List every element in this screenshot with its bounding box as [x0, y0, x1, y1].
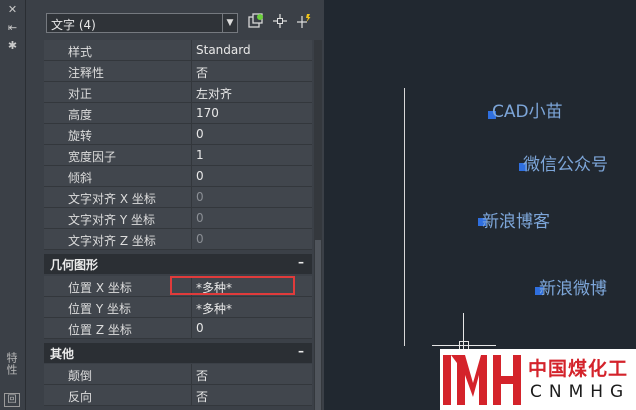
property-value[interactable]: 0: [196, 127, 204, 141]
property-row: 文字对齐 Z 坐标 0: [44, 229, 312, 250]
property-label: 倾斜: [68, 171, 93, 185]
property-label: 高度: [68, 108, 93, 122]
property-value[interactable]: 170: [196, 106, 219, 120]
property-label: 反向: [68, 390, 93, 404]
property-label: 位置 Y 坐标: [68, 302, 131, 316]
property-label: 文字对齐 X 坐标: [68, 192, 156, 206]
drawing-line[interactable]: [404, 88, 405, 346]
settings-icon[interactable]: ✱: [6, 39, 19, 52]
property-label: 样式: [68, 45, 93, 59]
chevron-down-icon[interactable]: ▼: [222, 14, 237, 32]
property-value: 0: [196, 211, 204, 225]
watermark-logo: 中国煤化工 CNMHG: [440, 349, 636, 410]
property-label: 宽度因子: [68, 150, 117, 164]
property-row[interactable]: 对正 左对齐: [44, 82, 312, 103]
quick-select-icon[interactable]: [295, 13, 313, 31]
panel-scrollbar[interactable]: [314, 40, 322, 410]
property-row[interactable]: 反向 否: [44, 385, 312, 406]
property-label: 颠倒: [68, 369, 93, 383]
canvas-text[interactable]: 微信公众号: [523, 150, 608, 175]
palette-title: 特性: [5, 352, 18, 376]
property-value[interactable]: *多种*: [196, 300, 232, 317]
property-label: 注释性: [68, 66, 105, 80]
mh-logo-icon: [443, 355, 521, 405]
property-value: 0: [196, 232, 204, 246]
property-value[interactable]: 否: [196, 64, 208, 81]
object-type-value: 文字 (4): [51, 18, 96, 32]
property-value[interactable]: 否: [196, 367, 208, 384]
property-value: 0: [196, 190, 204, 204]
object-type-selector[interactable]: 文字 (4) ▼: [46, 13, 238, 33]
property-value[interactable]: 否: [196, 388, 208, 405]
property-row: 文字对齐 X 坐标 0: [44, 187, 312, 208]
property-row[interactable]: 宽度因子 1: [44, 145, 312, 166]
property-label: 文字对齐 Z 坐标: [68, 234, 156, 248]
section-header-misc[interactable]: 其他 –: [44, 343, 312, 363]
watermark-en: CNMHG: [530, 382, 631, 402]
highlight-box: [170, 276, 295, 295]
canvas-text[interactable]: 新浪微博: [539, 274, 607, 299]
canvas-text[interactable]: CAD小苗: [492, 97, 563, 122]
select-objects-icon[interactable]: [271, 13, 289, 31]
property-label: 位置 Z 坐标: [68, 323, 132, 337]
property-label: 旋转: [68, 129, 93, 143]
watermark-cn: 中国煤化工: [528, 358, 629, 380]
collapse-icon[interactable]: –: [298, 255, 304, 269]
properties-toolbar: 文字 (4) ▼: [26, 0, 324, 40]
toggle-pickadd-icon[interactable]: [247, 13, 265, 31]
property-row[interactable]: 样式 Standard: [44, 40, 312, 61]
property-value[interactable]: 1: [196, 148, 204, 162]
canvas-text[interactable]: 新浪博客: [482, 207, 550, 232]
property-row: 文字对齐 Y 坐标 0: [44, 208, 312, 229]
section-title: 几何图形: [50, 258, 99, 272]
property-value[interactable]: 左对齐: [196, 85, 232, 102]
property-row[interactable]: 颠倒 否: [44, 364, 312, 385]
property-value[interactable]: 0: [196, 169, 204, 183]
property-label: 文字对齐 Y 坐标: [68, 213, 155, 227]
property-row[interactable]: 注释性 否: [44, 61, 312, 82]
scrollbar-thumb[interactable]: [315, 240, 321, 410]
section-header-geometry[interactable]: 几何图形 –: [44, 254, 312, 274]
property-row[interactable]: 位置 Z 坐标 0: [44, 318, 312, 339]
property-label: 位置 X 坐标: [68, 281, 132, 295]
property-row[interactable]: 位置 Y 坐标 *多种*: [44, 297, 312, 318]
property-row[interactable]: 旋转 0: [44, 124, 312, 145]
palette-strip: ✕ ⇤ ✱ 特性 回: [0, 0, 26, 410]
property-value[interactable]: Standard: [196, 43, 251, 57]
collapse-icon[interactable]: –: [298, 344, 304, 358]
property-label: 对正: [68, 87, 93, 101]
property-row[interactable]: 高度 170: [44, 103, 312, 124]
palette-bottom-icon[interactable]: 回: [4, 393, 20, 407]
section-title: 其他: [50, 347, 75, 361]
autohide-icon[interactable]: ⇤: [6, 21, 19, 34]
property-row[interactable]: 倾斜 0: [44, 166, 312, 187]
close-icon[interactable]: ✕: [6, 3, 19, 16]
property-value[interactable]: 0: [196, 321, 204, 335]
